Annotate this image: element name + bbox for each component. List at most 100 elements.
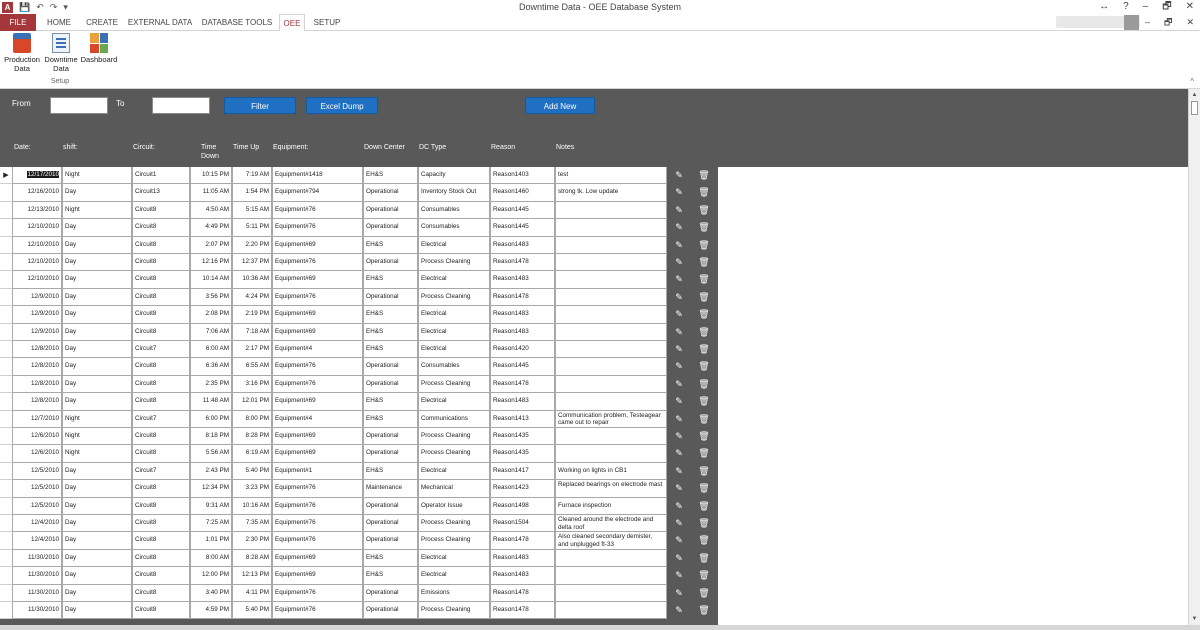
avatar[interactable] [1124,15,1139,30]
help-icon[interactable]: ? [1123,0,1129,14]
minimize-icon[interactable]: – [1143,0,1149,14]
record-selector[interactable] [0,480,12,498]
shift-field[interactable]: Day [62,271,132,289]
center-field[interactable]: Operational [363,515,418,533]
down-field[interactable]: 2:35 PM [190,375,232,394]
date-field[interactable]: 12/4/2010 [12,532,62,550]
date-field[interactable]: 11/30/2010 [12,602,62,620]
delete-icon[interactable]: 🗑 [698,465,710,478]
down-field[interactable]: 11:05 AM [190,184,232,202]
edit-icon[interactable]: ✎ [673,169,685,182]
reason-field[interactable]: Reason1478 [490,254,555,272]
notes-field[interactable] [555,567,667,585]
down-field[interactable]: 12:16 PM [190,254,232,272]
restore-size-icon[interactable]: ↔ [1099,0,1109,14]
record-selector[interactable] [0,393,12,411]
up-field[interactable]: 2:30 PM [232,532,272,550]
shift-field[interactable]: Day [62,184,132,202]
record-selector[interactable]: ▶ [0,167,12,185]
circuit-field[interactable]: Circuit8 [132,254,190,272]
center-field[interactable]: EH&S [363,271,418,289]
doc-close-icon[interactable]: ✕ [1186,14,1194,31]
reason-field[interactable]: Reason1445 [490,358,555,376]
reason-field[interactable]: Reason1483 [490,567,555,585]
type-field[interactable]: Process Cleaning [418,375,490,394]
delete-icon[interactable]: 🗑 [698,256,710,269]
up-field[interactable]: 8:28 PM [232,428,272,446]
type-field[interactable]: Electrical [418,306,490,324]
up-field[interactable]: 8:28 AM [232,549,272,568]
circuit-field[interactable]: Circuit7 [132,462,190,481]
edit-icon[interactable]: ✎ [673,395,685,408]
edit-icon[interactable]: ✎ [673,430,685,443]
reason-field[interactable]: Reason1504 [490,515,555,533]
shift-field[interactable]: Day [62,584,132,602]
circuit-field[interactable]: Circuit1 [132,167,190,185]
tab-create[interactable]: CREATE [84,14,120,31]
circuit-field[interactable]: Circuit8 [132,602,190,620]
record-selector[interactable] [0,271,12,289]
center-field[interactable]: Operational [363,445,418,463]
center-field[interactable]: EH&S [363,323,418,341]
reason-field[interactable]: Reason1417 [490,462,555,481]
record-selector[interactable] [0,567,12,585]
record-selector[interactable] [0,462,12,481]
record-selector[interactable] [0,219,12,237]
notes-field[interactable]: Furnace inspection [555,497,667,515]
table-row[interactable]: 12/10/2010 Day Circuit8 12:16 PM 12:37 PM Equ… [0,254,718,272]
center-field[interactable]: Operational [363,584,418,602]
equip-field[interactable]: Equipment#76 [272,288,363,307]
type-field[interactable]: Electrical [418,236,490,254]
delete-icon[interactable]: 🗑 [698,169,710,182]
down-field[interactable]: 3:56 PM [190,288,232,307]
date-field[interactable]: 12/13/2010 [12,201,62,220]
down-field[interactable]: 1:01 PM [190,532,232,550]
table-row[interactable]: 11/30/2010 Day Circuit8 4:59 PM 5:40 PM Equip… [0,602,718,620]
reason-field[interactable]: Reason1423 [490,480,555,498]
delete-icon[interactable]: 🗑 [698,378,710,391]
up-field[interactable]: 5:40 PM [232,602,272,620]
record-selector[interactable] [0,602,12,620]
up-field[interactable]: 4:24 PM [232,288,272,307]
date-field[interactable]: 12/8/2010 [12,341,62,359]
edit-icon[interactable]: ✎ [673,552,685,565]
type-field[interactable]: Operator Issue [418,497,490,515]
shift-field[interactable]: Day [62,288,132,307]
type-field[interactable]: Electrical [418,462,490,481]
circuit-field[interactable]: Circuit7 [132,410,190,428]
edit-icon[interactable]: ✎ [673,500,685,513]
down-field[interactable]: 8:00 AM [190,549,232,568]
type-field[interactable]: Process Cleaning [418,532,490,550]
edit-icon[interactable]: ✎ [673,447,685,460]
date-field[interactable]: 12/5/2010 [12,480,62,498]
equip-field[interactable]: Equipment#4 [272,410,363,428]
reason-field[interactable]: Reason1403 [490,167,555,185]
circuit-field[interactable]: Circuit8 [132,236,190,254]
table-row[interactable]: 12/13/2010 Night Circuit8 4:50 AM 5:15 AM Equ… [0,201,718,220]
reason-field[interactable]: Reason1483 [490,236,555,254]
center-field[interactable]: Operational [363,219,418,237]
reason-field[interactable]: Reason1478 [490,584,555,602]
center-field[interactable]: Operational [363,184,418,202]
date-field[interactable]: 12/10/2010 [12,219,62,237]
notes-field[interactable] [555,201,667,220]
down-field[interactable]: 7:06 AM [190,323,232,341]
center-field[interactable]: Operational [363,602,418,620]
record-selector[interactable] [0,184,12,202]
record-selector[interactable] [0,445,12,463]
date-field[interactable]: 12/10/2010 [12,236,62,254]
circuit-field[interactable]: Circuit8 [132,480,190,498]
record-selector[interactable] [0,428,12,446]
shift-field[interactable]: Day [62,567,132,585]
delete-icon[interactable]: 🗑 [698,413,710,426]
delete-icon[interactable]: 🗑 [698,569,710,582]
edit-icon[interactable]: ✎ [673,465,685,478]
up-field[interactable]: 12:13 PM [232,567,272,585]
edit-icon[interactable]: ✎ [673,326,685,339]
down-field[interactable]: 2:08 PM [190,306,232,324]
scrollbar-thumb[interactable] [1191,101,1198,115]
table-row[interactable]: 12/10/2010 Day Circuit8 4:49 PM 5:11 PM Equip… [0,219,718,237]
shift-field[interactable]: Night [62,445,132,463]
down-field[interactable]: 12:00 PM [190,567,232,585]
date-field[interactable]: 12/6/2010 [12,428,62,446]
